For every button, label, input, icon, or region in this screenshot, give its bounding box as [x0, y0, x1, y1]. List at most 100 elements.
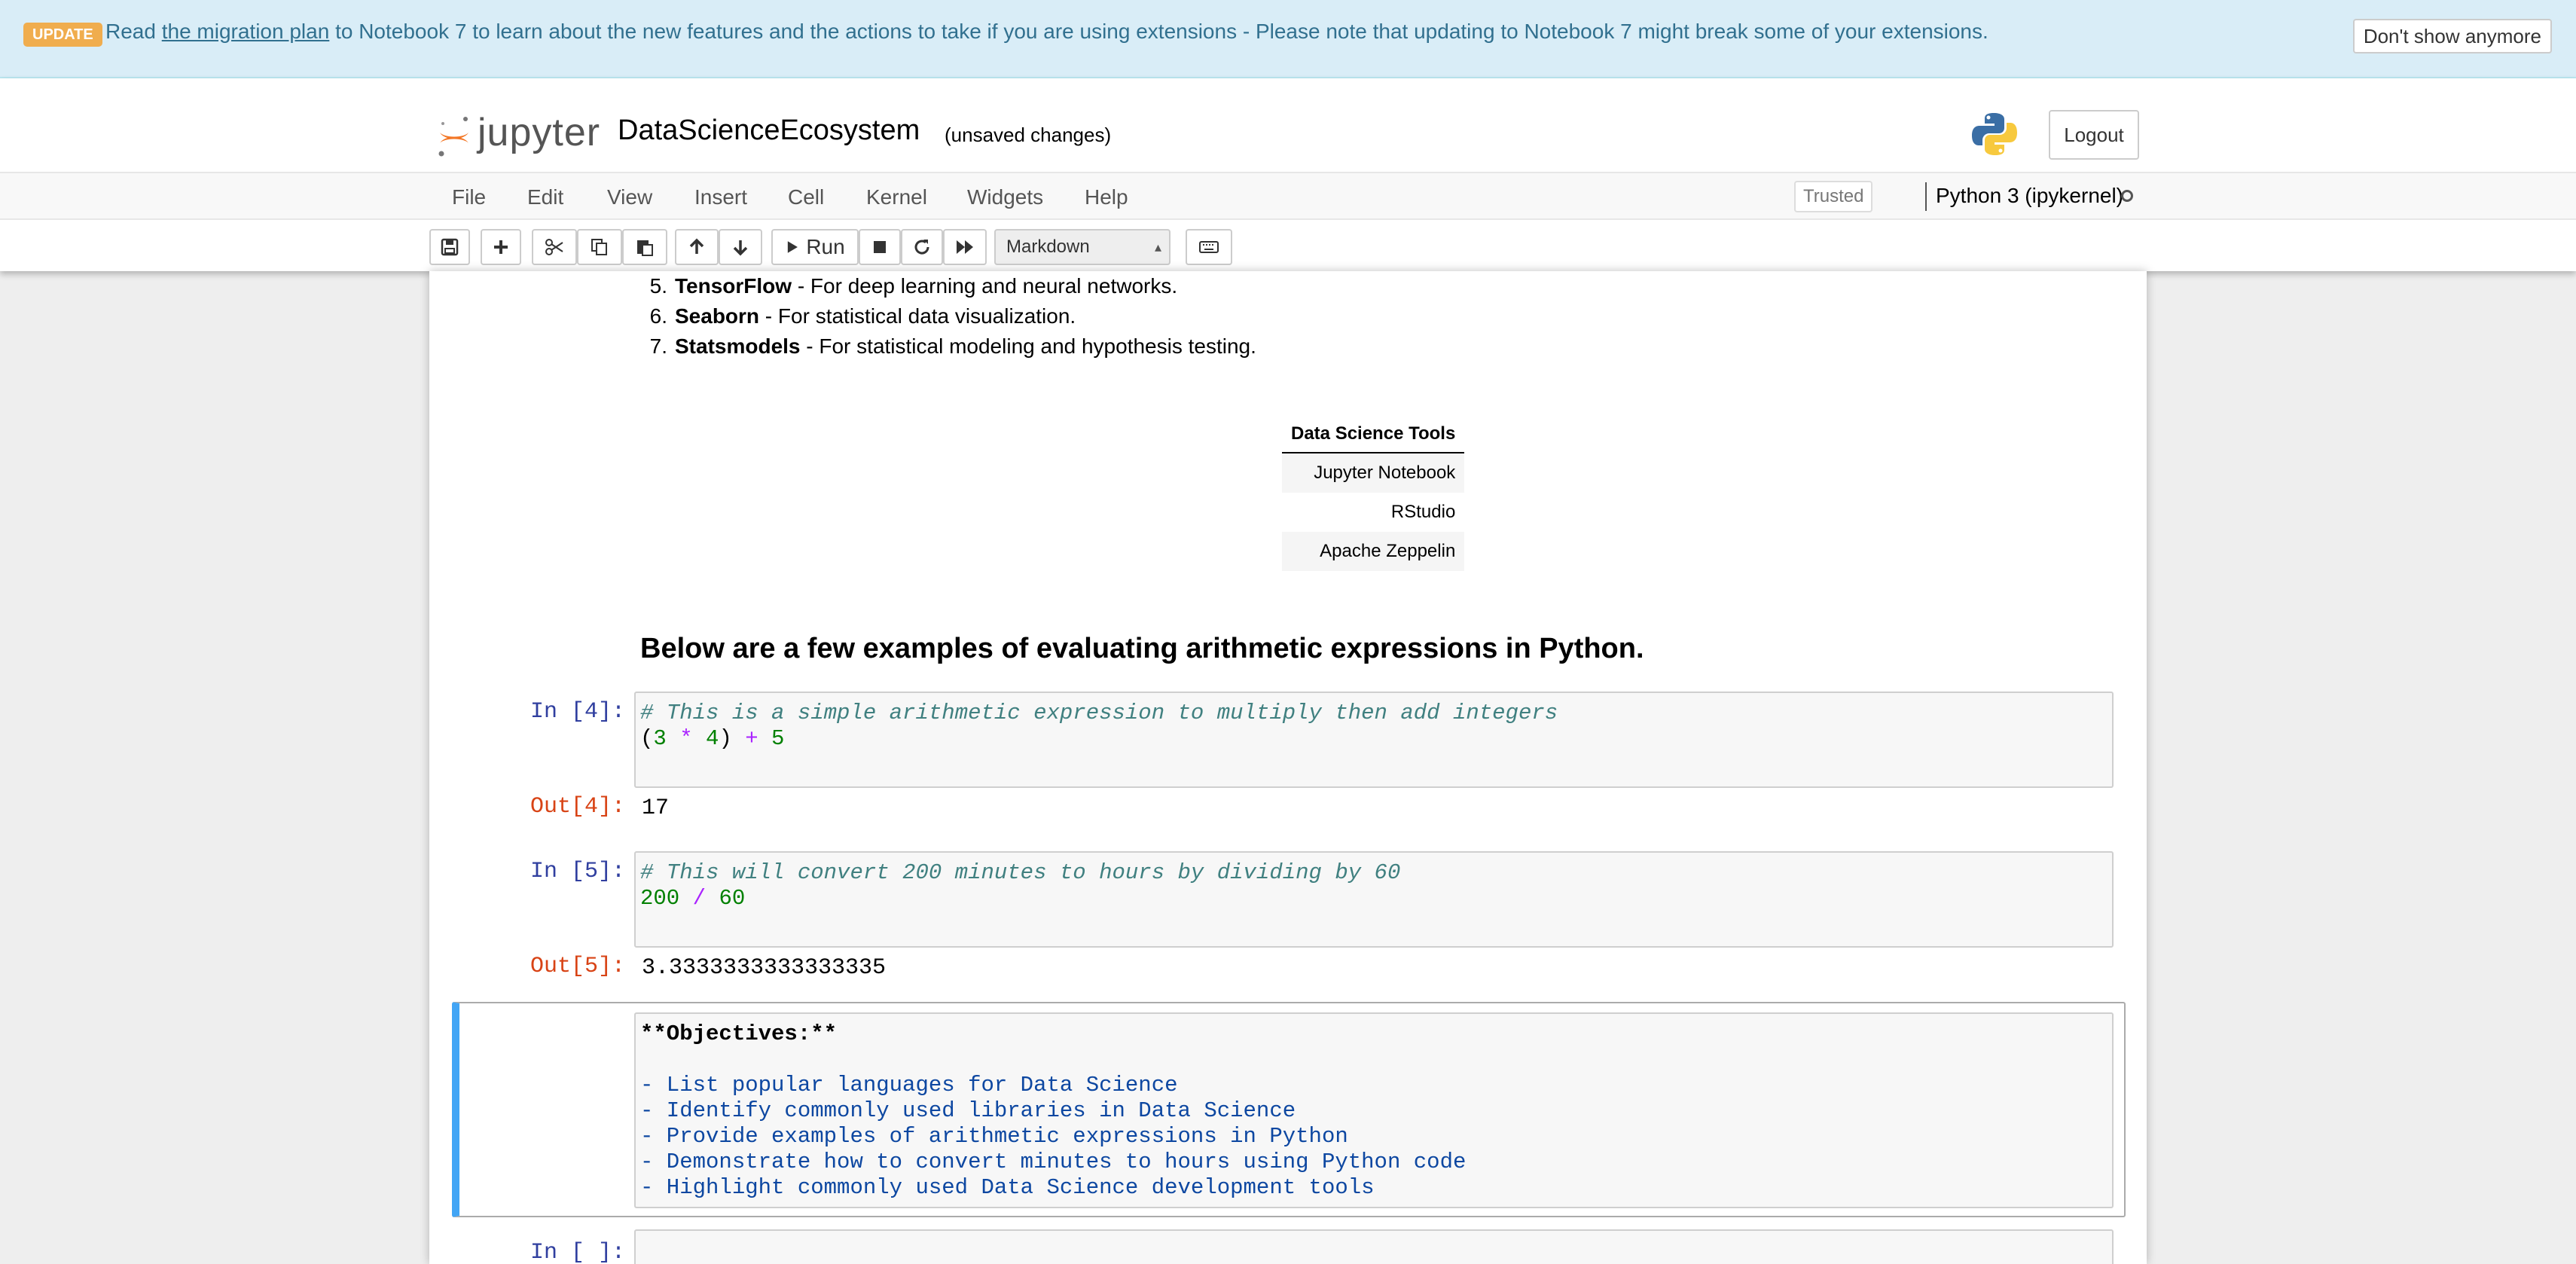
- move-down-button[interactable]: [719, 229, 762, 265]
- logout-button[interactable]: Logout: [2049, 110, 2139, 160]
- menu-file[interactable]: File: [452, 185, 486, 209]
- dont-show-anymore-button[interactable]: Don't show anymore: [2352, 19, 2552, 53]
- run-label: Run: [806, 235, 845, 258]
- kernel-name[interactable]: Python 3 (ipykernel): [1936, 184, 2123, 208]
- code-comment: # This is a simple arithmetic expression…: [640, 701, 1558, 725]
- code-token: 60: [719, 886, 746, 911]
- copy-button[interactable]: [577, 229, 622, 265]
- markdown-list-line: - List popular languages for Data Scienc…: [640, 1073, 1178, 1098]
- code-token: ): [719, 726, 746, 751]
- library-name: Seaborn: [675, 304, 760, 328]
- table-cell: RStudio: [1390, 502, 1456, 522]
- code-editor[interactable]: # This is a simple arithmetic expression…: [634, 692, 2114, 788]
- output-prompt: Out[4]:: [530, 794, 625, 820]
- code-token: 3: [653, 726, 667, 751]
- code-line: (3 * 4) + 5: [640, 726, 2107, 752]
- play-icon: [788, 241, 798, 253]
- markdown-list-line: - Highlight commonly used Data Science d…: [640, 1175, 1375, 1200]
- copy-icon: [591, 239, 607, 255]
- paste-button[interactable]: [622, 229, 667, 265]
- table-cell: Jupyter Notebook: [1282, 453, 1465, 493]
- list-number: 5.: [649, 274, 667, 298]
- plus-icon: [494, 240, 508, 254]
- insert-cell-button[interactable]: [481, 229, 521, 265]
- restart-button[interactable]: [901, 229, 943, 265]
- banner-text-before: Read: [105, 20, 156, 43]
- save-status: (unsaved changes): [945, 124, 1112, 146]
- code-token: (: [640, 726, 654, 751]
- notebook-container: 5. TensorFlow - For deep learning and neu…: [429, 271, 2147, 1264]
- restart-run-all-button[interactable]: [943, 229, 987, 265]
- output-prompt: Out[5]:: [530, 954, 625, 979]
- jupyter-logo[interactable]: jupyter: [435, 110, 600, 160]
- kernel-idle-icon: [2121, 190, 2133, 202]
- refresh-icon: [914, 240, 929, 255]
- menu-widgets[interactable]: Widgets: [967, 185, 1043, 209]
- libraries-list-item: 7. Statsmodels - For statistical modeling…: [640, 334, 1256, 359]
- code-comment: # This will convert 200 minutes to hours…: [640, 860, 1401, 885]
- library-name: Statsmodels: [675, 334, 801, 358]
- toolbar: Run Markdown ▴▾: [0, 226, 2576, 288]
- scissors-icon: [545, 239, 563, 255]
- code-editor[interactable]: # This will convert 200 minutes to hours…: [634, 851, 2114, 948]
- code-token: *: [666, 726, 707, 751]
- cut-button[interactable]: [532, 229, 577, 265]
- banner-text-after: to Notebook 7 to learn about the new fea…: [335, 20, 1988, 43]
- interrupt-button[interactable]: [859, 229, 901, 265]
- menu-help[interactable]: Help: [1085, 185, 1128, 209]
- code-token: 4: [706, 726, 719, 751]
- save-icon: [441, 238, 459, 256]
- libraries-list-item: 5. TensorFlow - For deep learning and neu…: [640, 274, 1177, 298]
- library-desc: - For deep learning and neural networks.: [792, 274, 1178, 298]
- trusted-indicator[interactable]: Trusted: [1794, 181, 1873, 212]
- arrow-down-icon: [733, 240, 748, 256]
- markdown-title-line: **Objectives:**: [640, 1021, 838, 1046]
- menu-edit[interactable]: Edit: [527, 185, 563, 209]
- notebook-name[interactable]: DataScienceEcosystem: [618, 114, 920, 147]
- code-token: 5: [758, 726, 785, 751]
- cell-type-value: Markdown: [1006, 237, 1090, 257]
- keyboard-icon: [1199, 241, 1219, 253]
- code-token: +: [745, 726, 758, 751]
- data-science-tools-table: Data Science Tools Jupyter Notebook RStu…: [1282, 416, 1465, 571]
- table-cell: Apache Zeppelin: [1282, 532, 1465, 571]
- cell-output: 17: [642, 795, 670, 821]
- arithmetic-heading: Below are a few examples of evaluating a…: [640, 633, 1644, 664]
- list-number: 6.: [649, 304, 667, 328]
- move-up-button[interactable]: [675, 229, 719, 265]
- jupyter-logo-icon: [438, 117, 469, 157]
- list-number: 7.: [649, 334, 667, 358]
- code-token: /: [679, 886, 719, 911]
- cell-type-select[interactable]: Markdown ▴▾: [994, 229, 1170, 288]
- command-palette-button[interactable]: [1186, 229, 1232, 265]
- update-badge: UPDATE: [23, 23, 102, 47]
- menubar: File Edit View Insert Cell Kernel Widget…: [0, 172, 2576, 220]
- input-prompt: In [ ]:: [530, 1240, 625, 1264]
- input-prompt: In [4]:: [530, 699, 625, 725]
- menu-insert[interactable]: Insert: [694, 185, 747, 209]
- markdown-list-line: - Identify commonly used libraries in Da…: [640, 1098, 1296, 1123]
- menu-view[interactable]: View: [607, 185, 652, 209]
- code-token: 200: [640, 886, 680, 911]
- cell-output: 3.3333333333333335: [642, 955, 887, 981]
- arrow-up-icon: [689, 238, 704, 254]
- menu-kernel[interactable]: Kernel: [866, 185, 927, 209]
- paste-icon: [637, 240, 653, 256]
- code-line: 200 / 60: [640, 886, 2107, 911]
- run-button[interactable]: Run: [771, 229, 859, 265]
- notebook-header: jupyter DataScienceEcosystem (unsaved ch…: [0, 78, 2576, 288]
- banner-message: Read the migration plan to Notebook 7 to…: [105, 20, 1988, 44]
- stop-icon: [874, 241, 886, 253]
- fast-forward-icon: [957, 240, 973, 254]
- migration-plan-link[interactable]: the migration plan: [162, 20, 330, 43]
- markdown-list-line: - Provide examples of arithmetic express…: [640, 1124, 1348, 1149]
- library-desc: - For statistical data visualization.: [759, 304, 1076, 328]
- library-name: TensorFlow: [675, 274, 792, 298]
- code-editor[interactable]: [634, 1229, 2114, 1264]
- markdown-editor[interactable]: **Objectives:** - List popular languages…: [634, 1012, 2114, 1208]
- menu-cell[interactable]: Cell: [788, 185, 824, 209]
- markdown-list-line: - Demonstrate how to convert minutes to …: [640, 1150, 1467, 1174]
- input-prompt: In [5]:: [530, 859, 625, 884]
- save-button[interactable]: [429, 229, 470, 265]
